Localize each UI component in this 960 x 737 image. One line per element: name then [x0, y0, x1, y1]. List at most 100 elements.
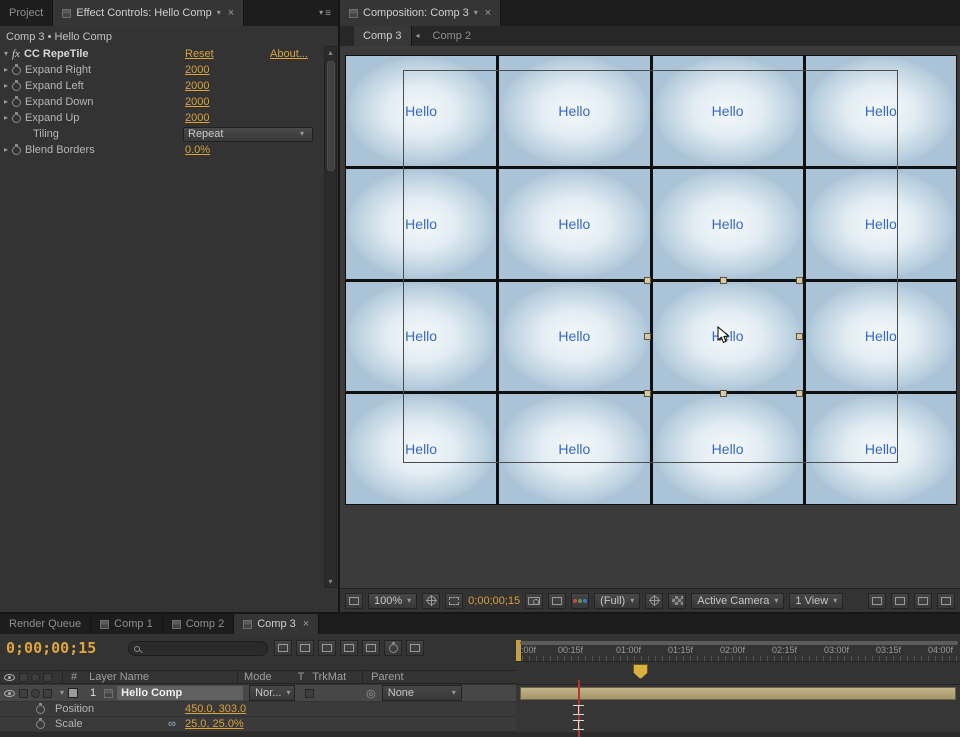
t-toggle[interactable] — [305, 689, 314, 698]
expander-icon[interactable]: ▸ — [0, 114, 12, 122]
expander-open-icon[interactable]: ▾ — [0, 50, 12, 58]
magnification-dropdown[interactable]: 100% ▾ — [368, 593, 417, 609]
layer-audio-toggle[interactable] — [19, 689, 28, 698]
tab-project[interactable]: Project — [0, 0, 53, 26]
expander-icon[interactable]: ▸ — [0, 98, 12, 106]
selection-handle[interactable] — [796, 333, 803, 340]
prev-comp-chevron-icon[interactable]: ◂ — [412, 26, 424, 46]
grid-options-icon[interactable] — [868, 593, 886, 609]
timeline-track-area[interactable] — [516, 670, 960, 737]
layer-solo-toggle[interactable] — [31, 689, 40, 698]
solo-column-icon[interactable] — [31, 673, 40, 682]
parent-pickwhip-icon[interactable]: ◎ — [366, 687, 376, 700]
tab-composition[interactable]: Composition: Comp 3 ▾ × — [340, 0, 501, 26]
comp-flowchart-icon[interactable] — [274, 640, 292, 656]
audio-column-icon[interactable] — [19, 673, 28, 682]
auto-keyframe-icon[interactable] — [384, 640, 402, 656]
scroll-down-icon[interactable]: ▾ — [328, 577, 332, 586]
viewer-timecode[interactable]: 0;00;00;15 — [468, 595, 520, 607]
param-value[interactable]: 2000 — [185, 96, 209, 108]
expander-icon[interactable]: ▸ — [0, 82, 12, 90]
property-value[interactable]: 25.0, 25.0% — [185, 718, 244, 730]
tab-render-queue[interactable]: Render Queue — [0, 614, 91, 634]
layer-duration-bar[interactable] — [520, 687, 956, 700]
link-icon[interactable]: ∞ — [168, 718, 176, 730]
motion-blur-icon[interactable] — [340, 640, 358, 656]
tab-comp3[interactable]: Comp 3 × — [234, 614, 319, 634]
pixel-aspect-icon[interactable] — [891, 593, 909, 609]
col-layer-name[interactable]: Layer Name — [89, 671, 149, 683]
stopwatch-icon[interactable] — [36, 705, 45, 714]
lock-column-icon[interactable] — [43, 673, 52, 682]
tiling-dropdown[interactable]: Repeat ▾ — [183, 127, 313, 142]
close-icon[interactable]: × — [303, 618, 309, 630]
layer-name[interactable]: Hello Comp — [117, 686, 243, 700]
close-icon[interactable]: × — [228, 7, 234, 19]
search-input[interactable] — [144, 643, 254, 654]
shy-layers-icon[interactable] — [296, 640, 314, 656]
panel-menu-icon[interactable]: ▾ ≡ — [311, 0, 338, 26]
col-parent[interactable]: Parent — [371, 671, 403, 683]
param-value[interactable]: 2000 — [185, 112, 209, 124]
time-ruler[interactable]: 0:00f 00:15f 01:00f 01:15f 02:00f 02:15f… — [516, 640, 960, 662]
viewer-tab-comp3[interactable]: Comp 3 — [354, 26, 412, 46]
close-icon[interactable]: × — [485, 7, 491, 19]
eye-column-icon[interactable] — [4, 674, 15, 681]
expander-icon[interactable]: ▸ — [0, 66, 12, 74]
layer-visibility-eye-icon[interactable] — [4, 690, 15, 697]
frame-blend-icon[interactable] — [318, 640, 336, 656]
selection-handle[interactable] — [796, 277, 803, 284]
selection-handle[interactable] — [720, 390, 727, 397]
scrollbar-thumb[interactable] — [327, 61, 335, 171]
about-link[interactable]: About... — [270, 48, 308, 60]
comp-canvas[interactable]: Hello Hello Hello Hello Hello Hello Hell… — [345, 55, 957, 505]
tab-effect-controls[interactable]: Effect Controls: Hello Comp ▾ × — [53, 0, 244, 26]
brainstorm-icon[interactable] — [362, 640, 380, 656]
mini-flowchart-icon[interactable] — [937, 593, 955, 609]
stopwatch-icon[interactable] — [12, 114, 21, 123]
stopwatch-icon[interactable] — [12, 146, 21, 155]
selection-handle[interactable] — [644, 390, 651, 397]
property-value[interactable]: 450.0, 303.0 — [185, 703, 246, 715]
selection-handle[interactable] — [796, 390, 803, 397]
chevron-down-icon[interactable]: ▾ — [217, 9, 221, 17]
show-channel-icon[interactable] — [571, 593, 589, 609]
blend-mode-dropdown[interactable]: Nor... ▾ — [249, 685, 295, 701]
selection-handle[interactable] — [644, 333, 651, 340]
region-of-interest-icon[interactable] — [445, 593, 463, 609]
layer-row[interactable]: ▾ 1 Hello Comp Nor... ▾ ◎ None ▾ — [0, 685, 516, 701]
property-row-scale[interactable]: Scale ∞ 25.0, 25.0% — [0, 717, 516, 732]
property-row-position[interactable]: Position 450.0, 303.0 — [0, 702, 516, 717]
snapshot-camera-icon[interactable] — [525, 593, 543, 609]
layer-expander-icon[interactable]: ▾ — [60, 689, 64, 697]
viewer-tab-comp2[interactable]: Comp 2 — [424, 26, 481, 46]
show-snapshot-icon[interactable] — [548, 593, 566, 609]
scroll-up-icon[interactable]: ▴ — [328, 48, 332, 57]
resolution-dropdown[interactable]: (Full) ▾ — [594, 593, 640, 609]
layer-color-swatch[interactable] — [68, 688, 78, 698]
col-trkmat[interactable]: TrkMat — [312, 671, 346, 683]
tab-comp1[interactable]: Comp 1 — [91, 614, 163, 634]
selection-handle[interactable] — [720, 277, 727, 284]
param-value[interactable]: 2000 — [185, 64, 209, 76]
parent-dropdown[interactable]: None ▾ — [382, 685, 462, 701]
stopwatch-icon[interactable] — [36, 720, 45, 729]
stopwatch-icon[interactable] — [12, 98, 21, 107]
reset-link[interactable]: Reset — [185, 48, 214, 60]
col-number[interactable]: # — [71, 671, 77, 683]
stopwatch-icon[interactable] — [12, 82, 21, 91]
current-time-display[interactable]: 0;00;00;15 — [6, 639, 96, 657]
graph-editor-icon[interactable] — [406, 640, 424, 656]
layer-lock-toggle[interactable] — [43, 689, 52, 698]
col-t[interactable]: T — [298, 671, 305, 683]
expander-icon[interactable]: ▸ — [0, 146, 12, 154]
always-preview-icon[interactable] — [345, 593, 363, 609]
vertical-scrollbar[interactable]: ▴ ▾ — [324, 46, 337, 588]
selection-handle[interactable] — [644, 277, 651, 284]
property-name[interactable]: Position — [55, 703, 94, 715]
param-value[interactable]: 2000 — [185, 80, 209, 92]
camera-view-dropdown[interactable]: Active Camera ▾ — [691, 593, 784, 609]
col-mode[interactable]: Mode — [244, 671, 272, 683]
tab-comp2[interactable]: Comp 2 — [163, 614, 235, 634]
param-value[interactable]: 0.0% — [185, 144, 210, 156]
